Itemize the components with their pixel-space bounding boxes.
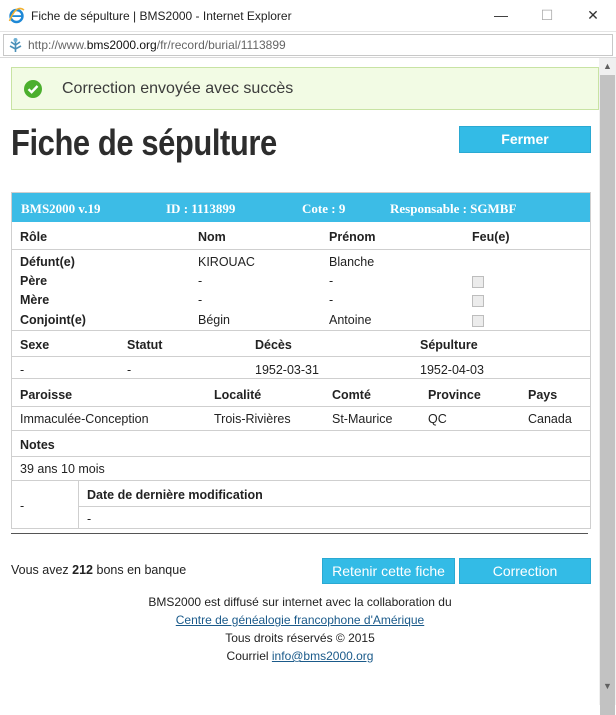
success-alert: Correction envoyée avec succès	[11, 67, 599, 110]
divider	[12, 480, 590, 481]
url-field[interactable]: http://www.bms2000.org/fr/record/burial/…	[3, 34, 613, 56]
col-header-prenom: Prénom	[329, 230, 376, 244]
col-header-paroisse: Paroisse	[20, 388, 73, 402]
value-comte: St-Maurice	[332, 412, 393, 426]
col-header-deces: Décès	[255, 338, 292, 352]
record-header: BMS2000 v.19 ID : 1113899 Cote : 9 Respo…	[12, 193, 590, 222]
person-prenom: Antoine	[329, 313, 372, 327]
feu-checkbox-pere	[472, 276, 484, 288]
col-header-statut: Statut	[127, 338, 163, 352]
value-sepulture: 1952-04-03	[420, 363, 484, 377]
person-prenom: -	[329, 293, 334, 307]
person-nom: -	[198, 293, 203, 307]
person-role: Mère	[20, 293, 50, 307]
page-title: Fiche de sépulture	[11, 122, 277, 163]
retain-record-button[interactable]: Retenir cette fiche	[322, 558, 455, 584]
person-nom: KIROUAC	[198, 255, 255, 269]
record-version: BMS2000 v.19	[21, 201, 101, 216]
scrollbar-thumb[interactable]	[600, 75, 615, 715]
col-header-pays: Pays	[528, 388, 558, 402]
person-role: Père	[20, 274, 48, 288]
vertical-scrollbar[interactable]: ▲ ▼	[599, 58, 616, 715]
person-nom: -	[198, 274, 203, 288]
close-window-button[interactable]: ✕	[570, 0, 616, 30]
footer-contact: Courriel info@bms2000.org	[226, 649, 374, 663]
check-circle-icon	[24, 80, 42, 98]
record-card: BMS2000 v.19 ID : 1113899 Cote : 9 Respo…	[11, 192, 591, 529]
person-prenom: Blanche	[329, 255, 375, 269]
record-responsable: Responsable : SGMBF	[390, 201, 517, 216]
email-link[interactable]: info@bms2000.org	[272, 649, 374, 663]
col-header-comte: Comté	[332, 388, 371, 402]
person-role: Défunt(e)	[20, 255, 75, 269]
divider	[12, 406, 590, 407]
divider	[12, 356, 590, 357]
last-mod-value: -	[87, 512, 92, 526]
col-header-role: Rôle	[20, 230, 48, 244]
col-header-localite: Localité	[214, 388, 262, 402]
bank-count: 212	[72, 563, 94, 577]
footer-partner: Centre de généalogie francophone d'Améri…	[0, 613, 600, 627]
last-mod-label: Date de dernière modification	[87, 488, 263, 502]
site-favicon-icon	[9, 38, 22, 52]
value-paroisse: Immaculée-Conception	[20, 412, 149, 426]
person-prenom: -	[329, 274, 334, 288]
notes-label: Notes	[20, 438, 55, 452]
col-header-sepulture: Sépulture	[420, 338, 478, 352]
value-province: QC	[428, 412, 447, 426]
correction-button[interactable]: Correction	[459, 558, 591, 584]
value-sexe: -	[20, 363, 25, 377]
footer-divider	[11, 533, 588, 534]
footer-credit: BMS2000 est diffusé sur internet avec la…	[148, 595, 452, 609]
record-id: ID : 1113899	[166, 201, 236, 216]
person-nom: Bégin	[198, 313, 230, 327]
col-header-feu: Feu(e)	[472, 230, 510, 244]
url-text: http://www.bms2000.org/fr/record/burial/…	[28, 38, 286, 52]
last-mod-left-value: -	[20, 499, 25, 513]
col-header-sexe: Sexe	[20, 338, 50, 352]
feu-checkbox-mere	[472, 295, 484, 307]
window-titlebar: Fiche de sépulture | BMS2000 - Internet …	[0, 0, 616, 32]
person-role: Conjoint(e)	[20, 313, 86, 327]
divider	[12, 249, 590, 250]
window-title: Fiche de sépulture | BMS2000 - Internet …	[31, 9, 292, 23]
value-statut: -	[127, 363, 132, 377]
close-button[interactable]: Fermer	[459, 126, 591, 153]
divider	[78, 506, 590, 507]
maximize-button[interactable]: ☐	[524, 0, 570, 30]
value-deces: 1952-03-31	[255, 363, 319, 377]
feu-checkbox-conjoint	[472, 315, 484, 327]
internet-explorer-icon	[8, 7, 25, 24]
minimize-button[interactable]: —	[478, 0, 524, 30]
record-cote: Cote : 9	[302, 201, 346, 216]
scroll-up-icon[interactable]: ▲	[599, 58, 616, 75]
divider	[12, 378, 590, 379]
alert-message: Correction envoyée avec succès	[62, 80, 294, 97]
col-header-province: Province	[428, 388, 481, 402]
scroll-down-icon[interactable]: ▼	[599, 678, 616, 695]
bank-balance: Vous avez 212 bons en banque	[11, 563, 187, 577]
divider	[12, 430, 590, 431]
value-pays: Canada	[528, 412, 572, 426]
divider	[78, 480, 79, 528]
divider	[12, 456, 590, 457]
address-bar: http://www.bms2000.org/fr/record/burial/…	[0, 32, 616, 58]
notes-value: 39 ans 10 mois	[20, 462, 105, 476]
partner-link[interactable]: Centre de généalogie francophone d'Améri…	[176, 613, 424, 627]
col-header-nom: Nom	[198, 230, 226, 244]
value-localite: Trois-Rivières	[214, 412, 291, 426]
footer-rights: Tous droits réservés © 2015	[225, 631, 375, 645]
divider	[12, 330, 590, 331]
